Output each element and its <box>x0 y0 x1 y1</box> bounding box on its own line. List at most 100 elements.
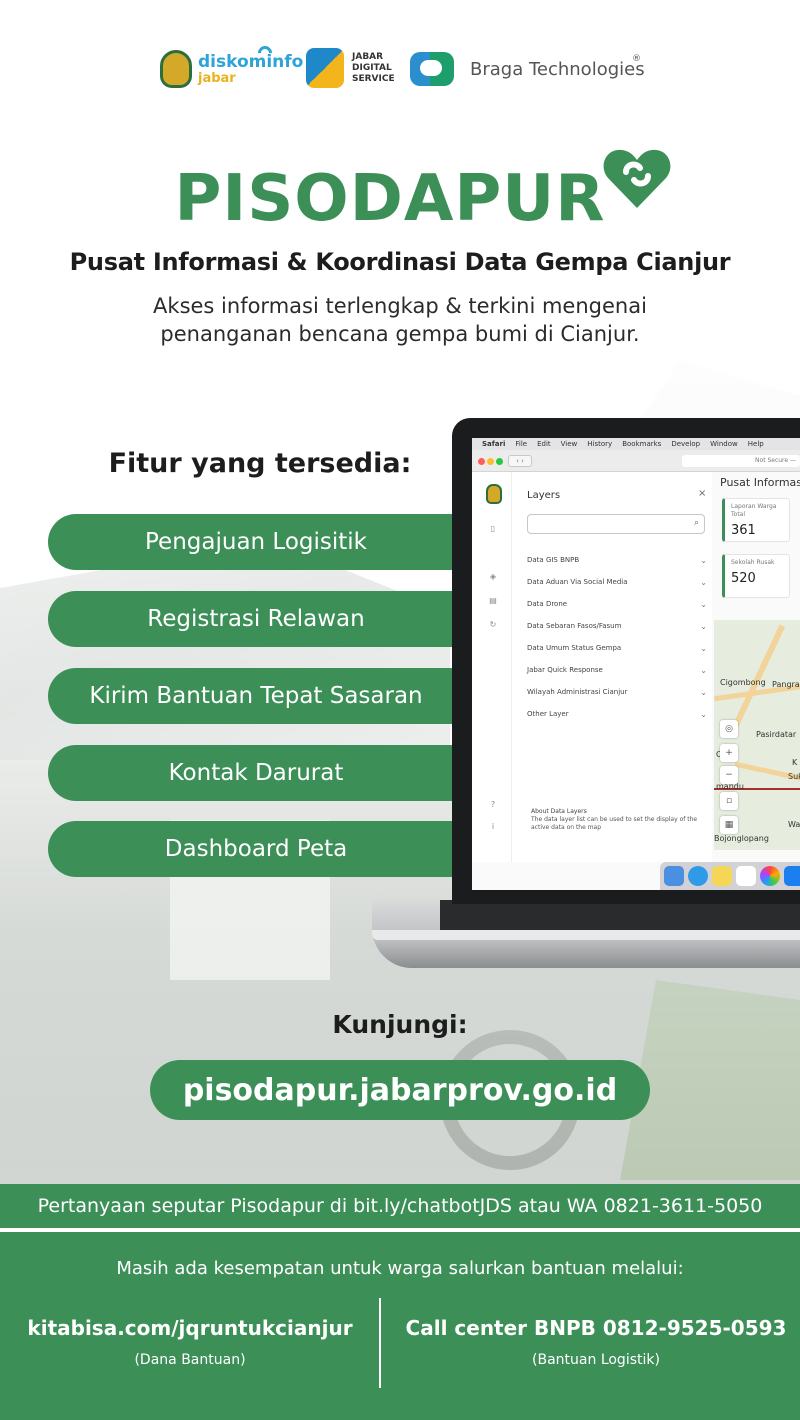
about-layers-desc: The data layer list can be used to set t… <box>531 816 698 831</box>
layer-item: Data Sebaran Fasos/Fasum ⌄ <box>527 622 707 631</box>
layers-icon: ◈ <box>489 572 497 581</box>
menubar-bookmarks: Bookmarks <box>622 440 662 448</box>
layer-item: Data GIS BNPB ⌄ <box>527 556 707 565</box>
heart-pin-icon <box>603 149 671 208</box>
browser-toolbar: ‹ › Not Secure — <box>472 450 800 472</box>
chevron-down-icon: ⌄ <box>700 600 707 609</box>
app-sidebar: ▯ ◈ ▤ ↻ ? i <box>472 472 512 862</box>
feature-label: Registrasi Relawan <box>147 606 365 632</box>
finder-icon <box>664 866 684 886</box>
layer-label: Data Drone <box>527 600 568 608</box>
app-store-icon <box>784 866 800 886</box>
menubar-window: Window <box>710 440 738 448</box>
jds-line-3: SERVICE <box>352 74 395 84</box>
chevron-down-icon: ⌄ <box>700 556 707 565</box>
chevron-down-icon: ⌄ <box>700 644 707 653</box>
bnpb-call-center[interactable]: Call center BNPB 0812-9525-0593 <box>400 1316 792 1340</box>
feature-label: Pengajuan Logisitik <box>145 529 367 555</box>
notes-icon <box>712 866 732 886</box>
layer-label: Data GIS BNPB <box>527 556 580 564</box>
footer-callcenter-column: Call center BNPB 0812-9525-0593 (Bantuan… <box>400 1316 792 1368</box>
feature-button-kontak[interactable]: Kontak Darurat <box>48 745 468 801</box>
donation-caption: (Dana Bantuan) <box>134 1352 246 1368</box>
stat-label: Laporan Warga Total <box>731 503 777 518</box>
stat-value: 520 <box>731 571 756 586</box>
map-label: Bojonglopang <box>714 834 769 843</box>
laptop-screen: Safari File Edit View History Bookmarks … <box>472 438 800 890</box>
layer-item: Data Aduan Via Social Media ⌄ <box>527 578 707 587</box>
minimize-dot-icon <box>487 458 494 465</box>
zoom-out-icon: − <box>720 766 738 784</box>
title-block: PISODAPUR <box>0 162 800 236</box>
page-title: PISODAPUR <box>174 162 606 236</box>
website-link-button[interactable]: pisodapur.jabarprov.go.id <box>150 1060 650 1120</box>
stat-value: 361 <box>731 523 756 538</box>
map-label: Suk <box>788 772 800 781</box>
menubar-view: View <box>560 440 578 448</box>
menubar-history: History <box>587 440 613 448</box>
feature-button-bantuan[interactable]: Kirim Bantuan Tepat Sasaran <box>48 668 468 724</box>
map-label: K <box>792 758 798 767</box>
footer-divider <box>379 1298 381 1388</box>
mac-menubar: Safari File Edit View History Bookmarks … <box>472 438 800 450</box>
layer-label: Wilayah Administrasi Cianjur <box>527 688 628 696</box>
feature-button-dashboard[interactable]: Dashboard Peta <box>48 821 468 877</box>
close-dot-icon <box>478 458 485 465</box>
layer-item: Data Drone ⌄ <box>527 600 707 609</box>
map-icon: ▯ <box>490 524 496 533</box>
feature-label: Kirim Bantuan Tepat Sasaran <box>89 683 423 709</box>
footer-donation-column: kitabisa.com/jqruntukcianjur (Dana Bantu… <box>20 1316 360 1368</box>
chevron-down-icon: ⌄ <box>700 578 707 587</box>
layer-label: Data Umum Status Gempa <box>527 644 622 652</box>
footer-intro: Masih ada kesempatan untuk warga salurka… <box>116 1258 684 1279</box>
zoom-in-icon: + <box>720 744 738 762</box>
chevron-down-icon: ⌄ <box>700 710 707 719</box>
quick-response-logo-inner <box>420 60 442 76</box>
menubar-safari: Safari <box>482 440 506 448</box>
stat-card-sekolah: Sekolah Rusak 520 <box>722 554 790 598</box>
laptop-base-edge <box>372 930 800 940</box>
donation-footer: Masih ada kesempatan untuk warga salurka… <box>0 1232 800 1420</box>
info-icon: i <box>491 822 495 831</box>
help-icon: ? <box>490 800 496 809</box>
chevron-down-icon: ⌄ <box>700 688 707 697</box>
layers-title: Layers <box>527 490 561 501</box>
feature-label: Kontak Darurat <box>168 760 344 786</box>
kitabisa-link[interactable]: kitabisa.com/jqruntukcianjur <box>20 1316 360 1340</box>
close-icon: × <box>698 488 707 499</box>
menubar-help: Help <box>747 440 764 448</box>
refresh-icon: ↻ <box>489 620 497 629</box>
feature-button-relawan[interactable]: Registrasi Relawan <box>48 591 468 647</box>
layer-item: Data Umum Status Gempa ⌄ <box>527 644 707 653</box>
diskominfo-logo-sub: jabar <box>198 71 236 86</box>
zoom-dot-icon <box>496 458 503 465</box>
reminders-icon <box>736 866 756 886</box>
page-description: Akses informasi terlengkap & terkini men… <box>120 292 680 348</box>
layer-label: Data Aduan Via Social Media <box>527 578 628 586</box>
layer-item: Wilayah Administrasi Cianjur ⌄ <box>527 688 707 697</box>
search-icon: ⌕ <box>693 518 699 528</box>
about-layers-title: About Data Layers <box>531 808 587 815</box>
back-forward-icon: ‹ › <box>508 455 532 467</box>
layer-item: Other Layer ⌄ <box>527 710 707 719</box>
jabar-crest-icon <box>486 484 502 504</box>
visit-label: Kunjungi: <box>332 1010 468 1039</box>
jds-logo-icon <box>306 48 344 88</box>
locate-icon: ◎ <box>720 720 738 738</box>
features-heading: Fitur yang tersedia: <box>108 448 412 479</box>
feature-label: Dashboard Peta <box>164 836 348 862</box>
faq-banner: Pertanyaan seputar Pisodapur di bit.ly/c… <box>0 1184 800 1228</box>
chevron-down-icon: ⌄ <box>700 666 707 675</box>
layer-label: Jabar Quick Response <box>527 666 603 674</box>
partner-logos: diskominfo jabar JABAR DIGITAL SERVICE B… <box>0 43 800 94</box>
registered-mark: ® <box>632 54 641 64</box>
safari-icon <box>688 866 708 886</box>
logistics-caption: (Bantuan Logistik) <box>532 1352 660 1368</box>
map-label: Pangra <box>772 680 800 689</box>
feature-button-logistik[interactable]: Pengajuan Logisitik <box>48 514 468 570</box>
diskominfo-logo-text: diskominfo <box>198 52 304 72</box>
map-label: Wa <box>788 820 800 829</box>
map-style-icon: ▦ <box>720 816 738 834</box>
jds-line-1: JABAR <box>352 52 384 62</box>
map-layer-icon: ▫ <box>720 792 738 810</box>
